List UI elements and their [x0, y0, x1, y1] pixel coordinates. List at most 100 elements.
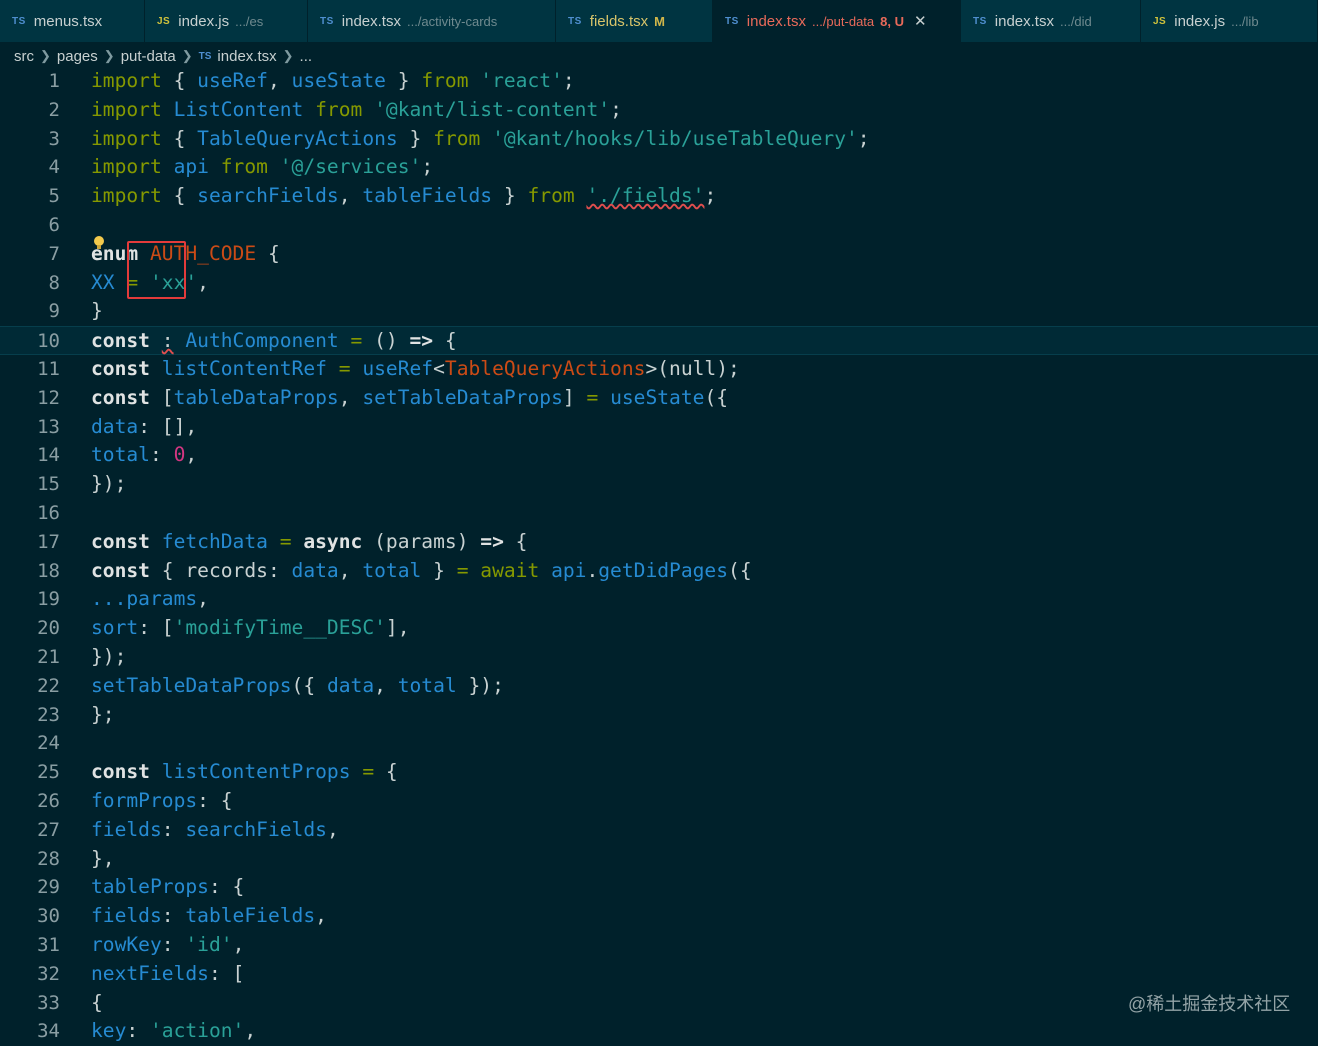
tab-fields-tsx[interactable]: TS fields.tsx M [556, 0, 713, 42]
code-token: }); [456, 673, 504, 697]
code-line[interactable]: 6 [0, 211, 1318, 240]
tab-label: index.js [1174, 12, 1226, 30]
code-line[interactable]: 4 import api from '@/services'; [0, 153, 1318, 182]
code-line[interactable]: 12 const [tableDataProps, setTableDataPro… [0, 384, 1318, 413]
code-line[interactable]: 2 import ListContent from '@kant/list-con… [0, 96, 1318, 125]
code-line[interactable]: 25 const listContentProps = { [0, 758, 1318, 787]
code-token: total [362, 558, 422, 582]
code-text: const [tableDataProps, setTableDataProps… [91, 384, 728, 413]
breadcrumb-item-put-data[interactable]: put-data [121, 48, 176, 65]
code-line[interactable]: 23}; [0, 701, 1318, 730]
lightbulb-icon[interactable] [94, 236, 104, 249]
code-token: 'xx' [149, 270, 198, 294]
code-line[interactable]: 22 setTableDataProps({ data, total }); [0, 672, 1318, 701]
code-text: fields: tableFields, [91, 902, 327, 931]
code-line[interactable]: 3 import { TableQueryActions } from '@kan… [0, 125, 1318, 154]
line-number: 11 [37, 358, 60, 380]
code-token: () [362, 329, 410, 353]
code-token: AuthComponent [185, 329, 339, 353]
line-number: 12 [37, 386, 60, 409]
code-line[interactable]: 13 data: [], [0, 413, 1318, 442]
code-token: useRef [197, 69, 268, 92]
line-number: 25 [37, 761, 60, 784]
code-token: = [338, 357, 351, 380]
code-token: import [91, 69, 162, 92]
code-token: . [586, 558, 599, 582]
code-line[interactable]: 24 [0, 729, 1318, 758]
code-token: { [256, 241, 280, 265]
code-token: data [91, 414, 139, 438]
line-number: 31 [37, 934, 60, 956]
code-line[interactable]: 15}); [0, 470, 1318, 499]
tab-status-badge: 8, U [880, 13, 904, 29]
tab-index-tsx-activitycards[interactable]: TS index.tsx .../activity-cards [308, 0, 556, 42]
code-token: '@kant/list-content' [374, 97, 611, 121]
code-line[interactable]: 10 const : AuthComponent = () => { [0, 326, 1318, 355]
code-token: : [ [208, 961, 245, 985]
code-editor[interactable]: 1 import { useRef, useState } from 'react… [0, 67, 1318, 1042]
line-number: 6 [48, 214, 60, 236]
code-line[interactable]: 17 const fetchData = async (params) => { [0, 528, 1318, 557]
code-line[interactable]: 18 const { records: data, total } = await… [0, 557, 1318, 586]
chevron-right-icon: ❯ [103, 48, 115, 63]
line-number: 21 [37, 646, 60, 668]
code-line[interactable]: 31 rowKey: 'id', [0, 931, 1318, 960]
code-line[interactable]: 20 sort: ['modifyTime__DESC'], [0, 614, 1318, 643]
code-line[interactable]: 28}, [0, 845, 1318, 874]
code-text: { [91, 989, 103, 1018]
code-line[interactable]: 8 XX = 'xx', [0, 269, 1318, 298]
tab-index-tsx-did[interactable]: TS index.tsx .../did [961, 0, 1141, 42]
code-line[interactable]: 21}); [0, 643, 1318, 672]
breadcrumb-item-file[interactable]: index.tsx [217, 48, 276, 65]
code-line[interactable]: 33 { [0, 989, 1318, 1018]
tab-status-badge: M [654, 13, 665, 29]
javascript-file-icon: JS [1153, 15, 1167, 27]
breadcrumb-item-symbols[interactable]: ... [300, 48, 313, 65]
code-line[interactable]: 19 ...params, [0, 585, 1318, 614]
code-token: searchFields [197, 184, 339, 208]
code-line[interactable]: 16 [0, 499, 1318, 528]
code-text: const listContentProps = { [91, 758, 398, 787]
code-token: , [338, 385, 363, 409]
code-token: , [326, 817, 339, 841]
tab-index-js-es[interactable]: JS index.js .../es [145, 0, 308, 42]
code-token: XX [91, 270, 115, 294]
code-token: { [433, 329, 457, 353]
line-number: 18 [37, 559, 60, 582]
code-text: const listContentRef = useRef<TableQuery… [91, 355, 740, 384]
tab-index-tsx-putdata[interactable]: TS index.tsx .../put-data 8, U ✕ [713, 0, 961, 42]
code-line[interactable]: 7 enum AUTH_CODE { [0, 240, 1318, 269]
code-line[interactable]: 14 total: 0, [0, 441, 1318, 470]
code-line[interactable]: 11 const listContentRef = useRef<TableQue… [0, 355, 1318, 384]
code-token: from [421, 69, 469, 92]
code-line[interactable]: 1 import { useRef, useState } from 'react… [0, 67, 1318, 96]
close-icon[interactable]: ✕ [914, 12, 927, 30]
code-line[interactable]: 32 nextFields: [ [0, 960, 1318, 989]
code-line[interactable]: 29 tableProps: { [0, 873, 1318, 902]
code-line[interactable]: 26 formProps: { [0, 787, 1318, 816]
code-token: 0 [173, 443, 186, 467]
code-token: searchFields [185, 817, 327, 841]
breadcrumb-item-src[interactable]: src [14, 48, 34, 65]
line-number: 23 [37, 703, 60, 726]
code-line[interactable]: 9} [0, 297, 1318, 326]
code-token: } [492, 184, 528, 208]
code-token: await [480, 558, 540, 582]
code-token: }; [91, 702, 115, 726]
code-token: const [91, 558, 150, 582]
code-token: } [397, 126, 434, 150]
tab-menus-tsx[interactable]: TS menus.tsx [0, 0, 145, 42]
breadcrumb-item-pages[interactable]: pages [57, 48, 98, 65]
code-text: nextFields: [ [91, 960, 244, 989]
code-line[interactable]: 30 fields: tableFields, [0, 902, 1318, 931]
tab-index-js-lib[interactable]: JS index.js .../lib [1141, 0, 1318, 42]
code-line[interactable]: 5 import { searchFields, tableFields } fr… [0, 182, 1318, 211]
code-line[interactable]: 27 fields: searchFields, [0, 816, 1318, 845]
